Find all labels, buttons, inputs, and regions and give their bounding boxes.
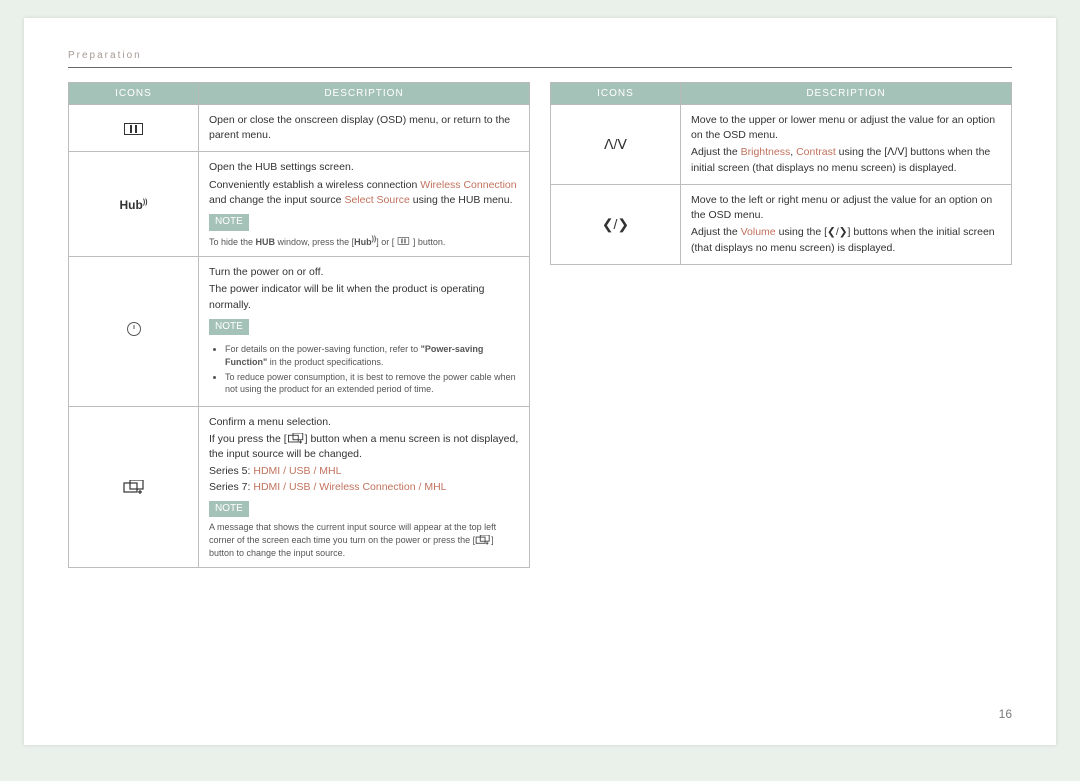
input-source-icon bbox=[123, 480, 145, 496]
note-badge: NOTE bbox=[209, 214, 249, 231]
text: Move to the upper or lower menu or adjus… bbox=[691, 113, 1001, 143]
header-desc: DESCRIPTION bbox=[681, 83, 1012, 105]
text: Adjust the Brightness, Contrast using th… bbox=[691, 145, 1001, 175]
text: Open the HUB settings screen. bbox=[209, 160, 519, 175]
note-badge: NOTE bbox=[209, 319, 249, 336]
right-column: ICONS DESCRIPTION ᐱ/ᐯ Move to the upper … bbox=[550, 82, 1012, 568]
note-text: A message that shows the current input s… bbox=[209, 521, 519, 559]
link-wireless-connection: Wireless Connection bbox=[420, 179, 516, 191]
link-brightness: Brightness bbox=[741, 146, 791, 158]
table-row: Hub)) Open the HUB settings screen. Conv… bbox=[69, 152, 530, 257]
link-contrast: Contrast bbox=[796, 146, 836, 158]
series7-line: Series 7: HDMI / USB / Wireless Connecti… bbox=[209, 480, 519, 495]
osd-menu-icon bbox=[124, 123, 143, 135]
table-row: Open or close the onscreen display (OSD)… bbox=[69, 105, 530, 152]
text: Conveniently establish a wireless connec… bbox=[209, 178, 519, 208]
section-title: Preparation bbox=[68, 50, 1012, 61]
table-row: Confirm a menu selection. If you press t… bbox=[69, 406, 530, 567]
leftright-icon: ❮/❯ bbox=[551, 184, 681, 264]
content-columns: ICONS DESCRIPTION Open or close the onsc… bbox=[68, 82, 1012, 568]
page-number: 16 bbox=[999, 707, 1012, 721]
note-list: For details on the power-saving function… bbox=[209, 343, 519, 395]
menu-desc: Open or close the onscreen display (OSD)… bbox=[199, 105, 530, 152]
note-text: To hide the HUB window, press the [Hub))… bbox=[209, 235, 519, 249]
menu-icon bbox=[69, 105, 199, 152]
series5-line: Series 5: HDMI / USB / MHL bbox=[209, 464, 519, 479]
table-row: Turn the power on or off. The power indi… bbox=[69, 257, 530, 407]
header-icons: ICONS bbox=[69, 83, 199, 105]
leftright-desc: Move to the left or right menu or adjust… bbox=[681, 184, 1012, 264]
updown-icon: ᐱ/ᐯ bbox=[551, 105, 681, 185]
manual-page: Preparation ICONS DESCRIPTION bbox=[24, 18, 1056, 745]
divider bbox=[68, 67, 1012, 68]
text: Turn the power on or off. bbox=[209, 265, 519, 280]
text: Move to the left or right menu or adjust… bbox=[691, 193, 1001, 223]
source-icon bbox=[69, 406, 199, 567]
power-icon bbox=[69, 257, 199, 407]
updown-desc: Move to the upper or lower menu or adjus… bbox=[681, 105, 1012, 185]
power-desc: Turn the power on or off. The power indi… bbox=[199, 257, 530, 407]
hub-desc: Open the HUB settings screen. Convenient… bbox=[199, 152, 530, 257]
list-item: To reduce power consumption, it is best … bbox=[225, 371, 519, 396]
icons-table-left: ICONS DESCRIPTION Open or close the onsc… bbox=[68, 82, 530, 568]
left-column: ICONS DESCRIPTION Open or close the onsc… bbox=[68, 82, 530, 568]
text: Open or close the onscreen display (OSD)… bbox=[209, 114, 510, 141]
table-row: ᐱ/ᐯ Move to the upper or lower menu or a… bbox=[551, 105, 1012, 185]
power-ring-icon bbox=[127, 322, 141, 336]
table-row: ❮/❯ Move to the left or right menu or ad… bbox=[551, 184, 1012, 264]
link-select-source: Select Source bbox=[344, 194, 409, 206]
note-badge: NOTE bbox=[209, 501, 249, 518]
hub-icon: Hub)) bbox=[69, 152, 199, 257]
link-volume: Volume bbox=[741, 226, 776, 238]
icons-table-right: ICONS DESCRIPTION ᐱ/ᐯ Move to the upper … bbox=[550, 82, 1012, 265]
text: Adjust the Volume using the [❮/❯] button… bbox=[691, 225, 1001, 255]
list-item: For details on the power-saving function… bbox=[225, 343, 519, 368]
header-desc: DESCRIPTION bbox=[199, 83, 530, 105]
header-icons: ICONS bbox=[551, 83, 681, 105]
text: Confirm a menu selection. bbox=[209, 415, 519, 430]
text: The power indicator will be lit when the… bbox=[209, 282, 519, 312]
source-desc: Confirm a menu selection. If you press t… bbox=[199, 406, 530, 567]
text: If you press the [ ] button when a menu … bbox=[209, 432, 519, 462]
